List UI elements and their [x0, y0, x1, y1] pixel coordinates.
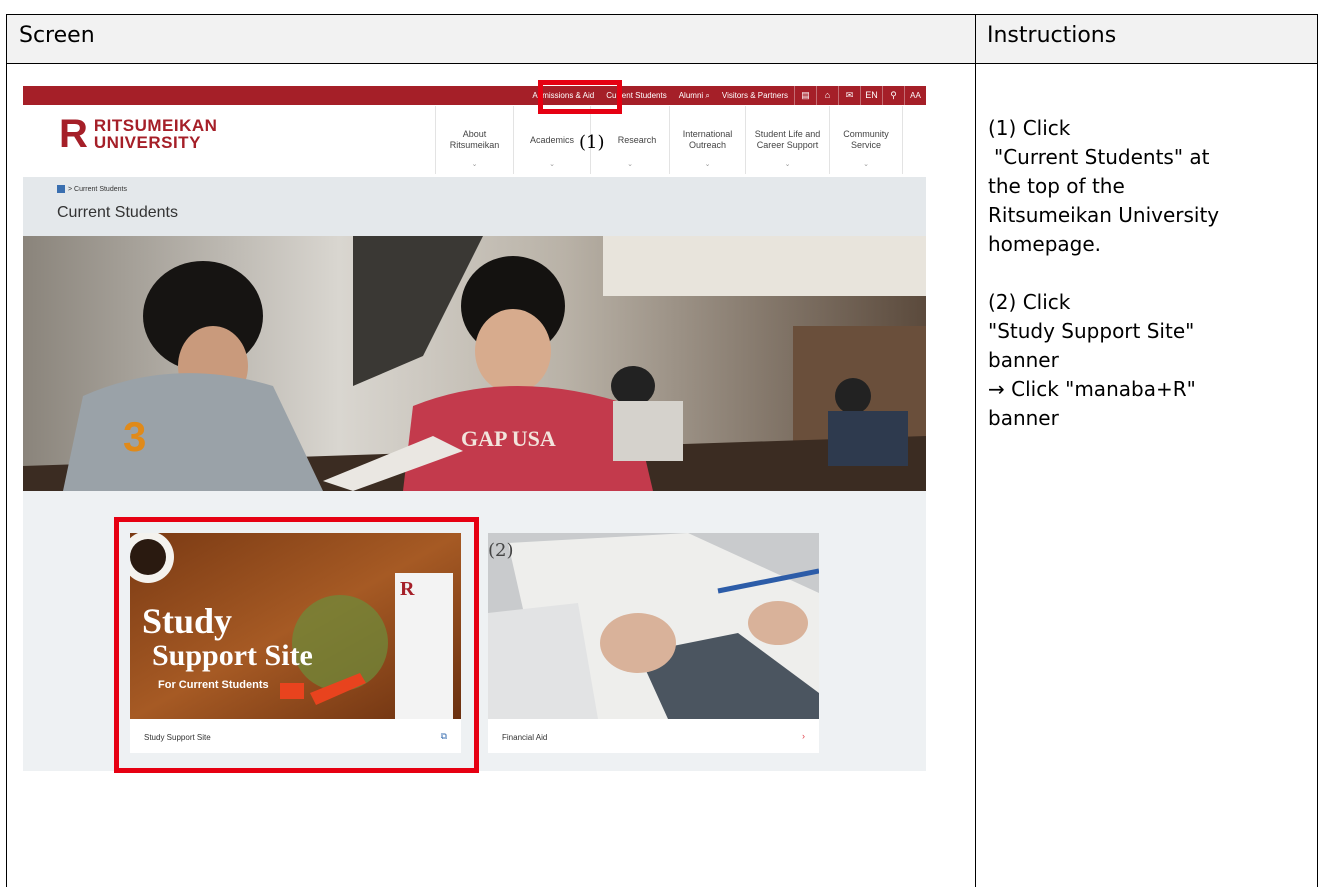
- step2-line: "Study Support Site": [988, 319, 1195, 343]
- font-size-toggle[interactable]: AA: [904, 86, 926, 105]
- site-logo[interactable]: R RITSUMEIKAN UNIVERSITY: [59, 112, 218, 156]
- chevron-down-icon: ⌄: [471, 161, 478, 168]
- step2-line: banner: [988, 406, 1059, 430]
- svg-text:3: 3: [123, 413, 146, 460]
- page-header: > Current Students Current Students: [23, 177, 926, 236]
- step1-line: "Current Students" at: [994, 145, 1210, 169]
- step2-line: banner: [988, 348, 1059, 372]
- logo-mark: R: [59, 112, 88, 156]
- calendar-icon[interactable]: ▤: [794, 86, 816, 105]
- financial-aid-banner[interactable]: [488, 533, 819, 719]
- card-caption: Financial Aid: [502, 733, 548, 742]
- chevron-right-icon: ›: [802, 731, 805, 741]
- nav-about[interactable]: About Ritsumeikan ⌄: [435, 106, 513, 174]
- building-icon[interactable]: ⌂: [816, 86, 838, 105]
- instructions-text: (1) Click "Current Students" at the top …: [988, 114, 1318, 433]
- nav-visitors[interactable]: Visitors & Partners: [716, 91, 794, 100]
- home-icon[interactable]: [57, 185, 65, 193]
- table-header-row: [7, 15, 1317, 64]
- step1-line: (1) Click: [988, 116, 1071, 140]
- logo-line2: UNIVERSITY: [93, 133, 201, 152]
- nav-student-life[interactable]: Student Life and Career Support ⌄: [745, 106, 829, 174]
- step1-line: Ritsumeikan University: [988, 203, 1220, 227]
- language-toggle[interactable]: EN: [860, 86, 882, 105]
- nav-international[interactable]: International Outreach ⌄: [669, 106, 745, 174]
- external-link-icon: ⌕: [705, 90, 710, 100]
- shirt-text: GAP USA: [461, 426, 556, 451]
- chevron-down-icon: ⌄: [627, 161, 633, 168]
- utility-bar: Admissions & Aid Current Students Alumni…: [23, 86, 926, 105]
- chevron-down-icon: ⌄: [784, 161, 791, 168]
- nav-alumni[interactable]: Alumni ⌕: [673, 91, 716, 101]
- column-divider: [975, 15, 976, 887]
- chevron-down-icon: ⌄: [549, 161, 555, 168]
- hero-image: 3 GAP USA: [23, 236, 926, 491]
- mail-icon[interactable]: ✉: [838, 86, 860, 105]
- step2-line: → Click "manaba+R": [988, 377, 1196, 401]
- header-instructions: Instructions: [987, 23, 1117, 48]
- header-screen: Screen: [19, 23, 95, 48]
- chevron-down-icon: ⌄: [863, 161, 869, 168]
- chevron-down-icon: ⌄: [704, 161, 711, 168]
- breadcrumb: > Current Students: [57, 185, 127, 193]
- logo-line1: RITSUMEIKAN: [93, 116, 218, 135]
- step-marker-1: (1): [579, 132, 605, 153]
- main-navigation: About Ritsumeikan ⌄ Academics ⌄ Research …: [435, 106, 903, 174]
- financial-aid-card[interactable]: Financial Aid ›: [488, 533, 819, 753]
- step1-line: the top of the: [988, 174, 1125, 198]
- highlight-study-support: [114, 517, 479, 773]
- step-marker-2: (2): [488, 540, 514, 561]
- highlight-current-students: [538, 80, 622, 114]
- page-title: Current Students: [57, 204, 178, 221]
- step2-line: (2) Click: [988, 290, 1071, 314]
- nav-community[interactable]: Community Service ⌄: [829, 106, 903, 174]
- step1-line: homepage.: [988, 232, 1102, 256]
- search-icon[interactable]: ⚲: [882, 86, 904, 105]
